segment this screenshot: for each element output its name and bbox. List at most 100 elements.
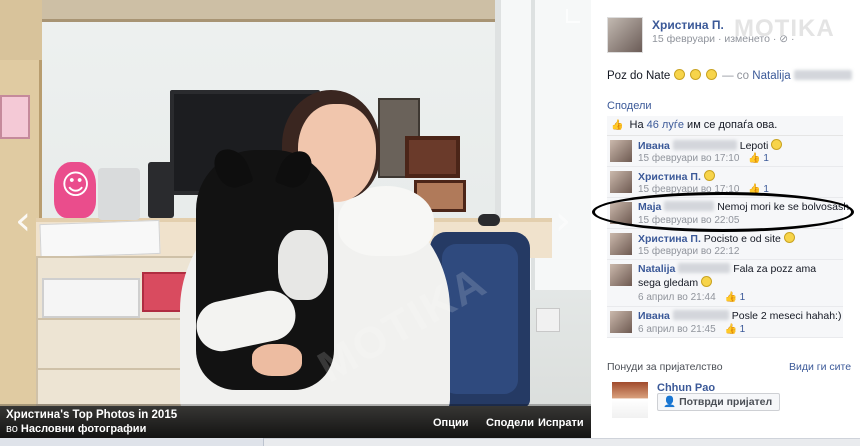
photo-viewer: MOTIKA ‹ › Христина's Top Photos in 2015…: [0, 0, 591, 438]
comment-body: Христина П.: [638, 170, 717, 183]
comment-time[interactable]: 15 февруари во 17:10: [638, 153, 739, 164]
send-button[interactable]: Испрати: [538, 417, 584, 429]
comment-body: Христина П. Pocisto e od site: [638, 232, 797, 245]
author-avatar[interactable]: [607, 17, 643, 53]
album-title[interactable]: Христина's Top Photos in 2015: [6, 409, 177, 421]
comment-like-count[interactable]: 1: [740, 324, 746, 335]
share-photo-button[interactable]: Сподели: [486, 417, 534, 429]
photo-shelf: [40, 0, 500, 22]
confirm-friend-label: Потврди пријател: [679, 396, 773, 408]
post-text: Poz do Nate — со Natalija: [607, 69, 852, 82]
photo-side-panel: Христина П. 15 февруари · изменето · ⊘ ·…: [591, 0, 860, 438]
comment-author[interactable]: Natalija: [638, 263, 675, 275]
comment-like-count[interactable]: 1: [740, 292, 746, 303]
tagged-with-label: — со: [722, 70, 750, 82]
comment-text: Posle 2 meseci hahah:): [731, 310, 842, 322]
comment-meta: 15 февруари во 22:05: [638, 215, 739, 226]
commenter-avatar[interactable]: [610, 140, 632, 162]
tagged-person-link[interactable]: Natalija: [752, 70, 790, 82]
comment: Ивана Posle 2 meseci hahah:) 6 април во …: [607, 307, 843, 338]
redacted-name: [672, 310, 729, 320]
likes-count-link[interactable]: 46 луѓе: [647, 119, 684, 131]
album-sub-prefix: во: [6, 423, 18, 435]
photo-speaker: [148, 162, 174, 218]
comment: Natalija Fala za pozz ama sega gledam 6 …: [607, 260, 843, 307]
comment: Maja Nemoj mori ke se bolvosash 15 февру…: [607, 198, 849, 229]
photo-telephone: [98, 168, 140, 220]
comment-author[interactable]: Maja: [638, 201, 661, 213]
photo-papers: [39, 219, 161, 259]
confirm-friend-button[interactable]: 👤 Потврди пријател: [657, 393, 781, 411]
comment-body: Ивана Posle 2 meseci hahah:): [638, 310, 841, 322]
comment-author[interactable]: Ивана: [638, 310, 670, 322]
commenter-avatar[interactable]: [610, 311, 632, 333]
thumb-up-icon[interactable]: 👍: [748, 184, 760, 195]
author-name[interactable]: Христина П.: [652, 18, 724, 32]
thumb-up-icon[interactable]: 👍: [748, 153, 760, 164]
comment-text: Nemoj mori ke se bolvosash: [717, 201, 850, 213]
smiley-icon: [783, 232, 795, 243]
smiley-icon: [705, 69, 717, 80]
comment-time[interactable]: 15 февруари во 22:05: [638, 215, 739, 226]
commenter-avatar[interactable]: [610, 202, 632, 224]
drawer-divider: [38, 318, 199, 320]
comment-time[interactable]: 6 април во 21:44: [638, 292, 716, 303]
commenter-avatar[interactable]: [610, 264, 632, 286]
see-all-link[interactable]: Види ги сите: [789, 361, 851, 373]
likes-prefix: На: [629, 119, 644, 131]
album-link[interactable]: Насловни фотографии: [21, 423, 146, 435]
comment-like-count[interactable]: 1: [763, 184, 769, 195]
smiley-icon: [701, 276, 713, 287]
commenter-avatar[interactable]: [610, 233, 632, 255]
site-watermark: MOTIKA: [734, 15, 835, 42]
expand-icon[interactable]: [566, 9, 580, 23]
comment: Христина П. 15 февруари во 17:10 👍 1: [607, 167, 843, 198]
comment-time[interactable]: 6 април во 21:45: [638, 324, 716, 335]
comment: Христина П. Pocisto e od site 15 февруар…: [607, 229, 843, 260]
share-link[interactable]: Сподели: [607, 100, 652, 112]
drawer-divider: [38, 368, 199, 370]
thumb-up-icon: 👍: [611, 120, 624, 131]
redacted-name: [793, 70, 852, 80]
photo[interactable]: MOTIKA: [0, 0, 591, 438]
smiley-icon: [703, 170, 715, 181]
thumb-up-icon[interactable]: 👍: [724, 292, 736, 303]
comment-meta: 15 февруари во 17:10 👍 1: [638, 184, 769, 195]
comment-author[interactable]: Христина П.: [638, 171, 701, 183]
smiley-icon: [771, 139, 783, 150]
comment-like-count[interactable]: 1: [763, 153, 769, 164]
previous-photo-arrow-icon[interactable]: ‹: [8, 198, 38, 244]
photo-wall-socket: [536, 308, 560, 332]
redacted-name: [672, 140, 737, 150]
commenter-avatar[interactable]: [610, 171, 632, 193]
options-button[interactable]: Опции: [433, 417, 469, 429]
suggested-friend-avatar[interactable]: [612, 382, 648, 418]
likes-summary: 👍 На 46 луѓе им се допаѓа ова.: [607, 116, 843, 136]
photo-box: [42, 278, 140, 318]
comment-time[interactable]: 15 февруари во 17:10: [638, 184, 739, 195]
comment-author[interactable]: Христина П.: [638, 233, 701, 245]
comment-body: Ивана Lepoti: [638, 139, 784, 152]
chat-tab[interactable]: [0, 438, 264, 446]
photo-greeting-card: [0, 95, 30, 139]
redacted-name: [664, 201, 715, 211]
comment-text: Pocisto e od site: [703, 233, 781, 245]
photo-picture-frame: [405, 136, 460, 178]
next-photo-arrow-icon[interactable]: ›: [548, 198, 578, 244]
photo-caption-bar: Христина's Top Photos in 2015 во Насловн…: [0, 404, 591, 438]
comment-body: Maja Nemoj mori ke se bolvosash: [638, 201, 849, 213]
album-subtitle: во Насловни фотографии: [6, 423, 146, 435]
comment-meta: 15 февруари во 17:10 👍 1: [638, 153, 769, 164]
thumb-up-icon[interactable]: 👍: [724, 324, 736, 335]
photo-smiley-pot: [54, 162, 96, 218]
comment-time[interactable]: 15 февруари во 22:12: [638, 246, 739, 257]
comment-body: Natalija Fala za pozz ama sega gledam: [638, 263, 838, 290]
post-text-prefix: Poz do Nate: [607, 70, 671, 82]
redacted-name: [678, 263, 731, 273]
photo-mouse: [478, 214, 500, 226]
comment-author[interactable]: Ивана: [638, 140, 670, 152]
photo-person-hand: [252, 344, 302, 376]
smiley-icon: [689, 69, 701, 80]
comment: Ивана Lepoti 15 февруари во 17:10 👍 1: [607, 136, 843, 167]
comment-meta: 6 април во 21:44 👍 1: [638, 292, 745, 303]
